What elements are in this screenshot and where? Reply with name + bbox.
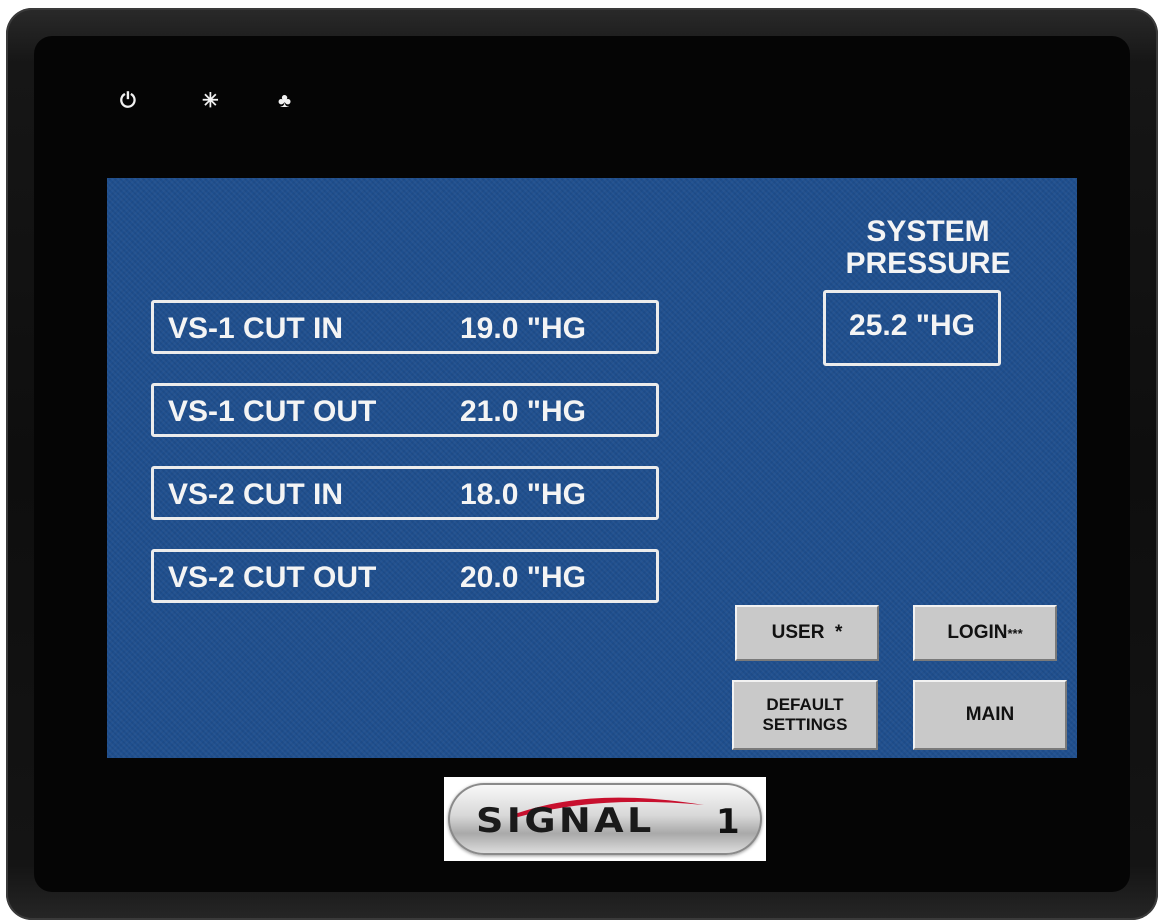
setpoint-vs2-cut-out[interactable]: VS-2 CUT OUT 20.0 "HG	[151, 549, 659, 603]
user-button[interactable]: USER *	[735, 605, 879, 661]
setpoint-value: 19.0 "HG	[460, 312, 586, 345]
setpoint-value: 21.0 "HG	[460, 395, 586, 428]
touch-screen: VS-1 CUT IN 19.0 "HG VS-1 CUT OUT 21.0 "…	[107, 178, 1077, 758]
default-settings-button[interactable]: DEFAULT SETTINGS	[732, 680, 878, 750]
system-pressure-title: SYSTEM PRESSURE	[803, 216, 1053, 280]
setpoint-value: 20.0 "HG	[460, 561, 586, 594]
logo-text: SIGNAL	[476, 801, 655, 841]
setpoint-vs2-cut-in[interactable]: VS-2 CUT IN 18.0 "HG	[151, 466, 659, 520]
default-settings-line2: SETTINGS	[762, 715, 848, 734]
setpoint-vs1-cut-in[interactable]: VS-1 CUT IN 19.0 "HG	[151, 300, 659, 354]
setpoint-vs1-cut-out[interactable]: VS-1 CUT OUT 21.0 "HG	[151, 383, 659, 437]
system-pressure-title-line2: PRESSURE	[845, 247, 1011, 280]
signal-1-logo: SIGNAL 1	[444, 777, 766, 861]
main-button[interactable]: MAIN	[913, 680, 1067, 750]
login-stars: ***	[1007, 625, 1023, 641]
setpoint-label: VS-1 CUT IN	[168, 312, 344, 345]
setpoint-label: VS-2 CUT OUT	[168, 561, 377, 594]
system-pressure-title-line1: SYSTEM	[866, 215, 990, 248]
default-settings-line1: DEFAULT	[766, 695, 844, 714]
setpoint-value: 18.0 "HG	[460, 478, 586, 511]
system-pressure-value: 25.2 "HG	[823, 290, 1001, 366]
brightness-icon: ✳	[202, 90, 219, 112]
logo-plate: SIGNAL 1	[448, 783, 762, 855]
main-button-label: MAIN	[965, 704, 1015, 725]
power-icon: ⏻	[120, 90, 136, 112]
user-button-label: USER *	[771, 622, 843, 643]
logo-number: 1	[716, 802, 740, 842]
setpoint-label: VS-1 CUT OUT	[168, 395, 377, 428]
login-button[interactable]: LOGIN ***	[913, 605, 1057, 661]
setpoint-label: VS-2 CUT IN	[168, 478, 344, 511]
login-button-label: LOGIN	[947, 622, 1008, 643]
network-icon: ♣	[278, 90, 292, 112]
